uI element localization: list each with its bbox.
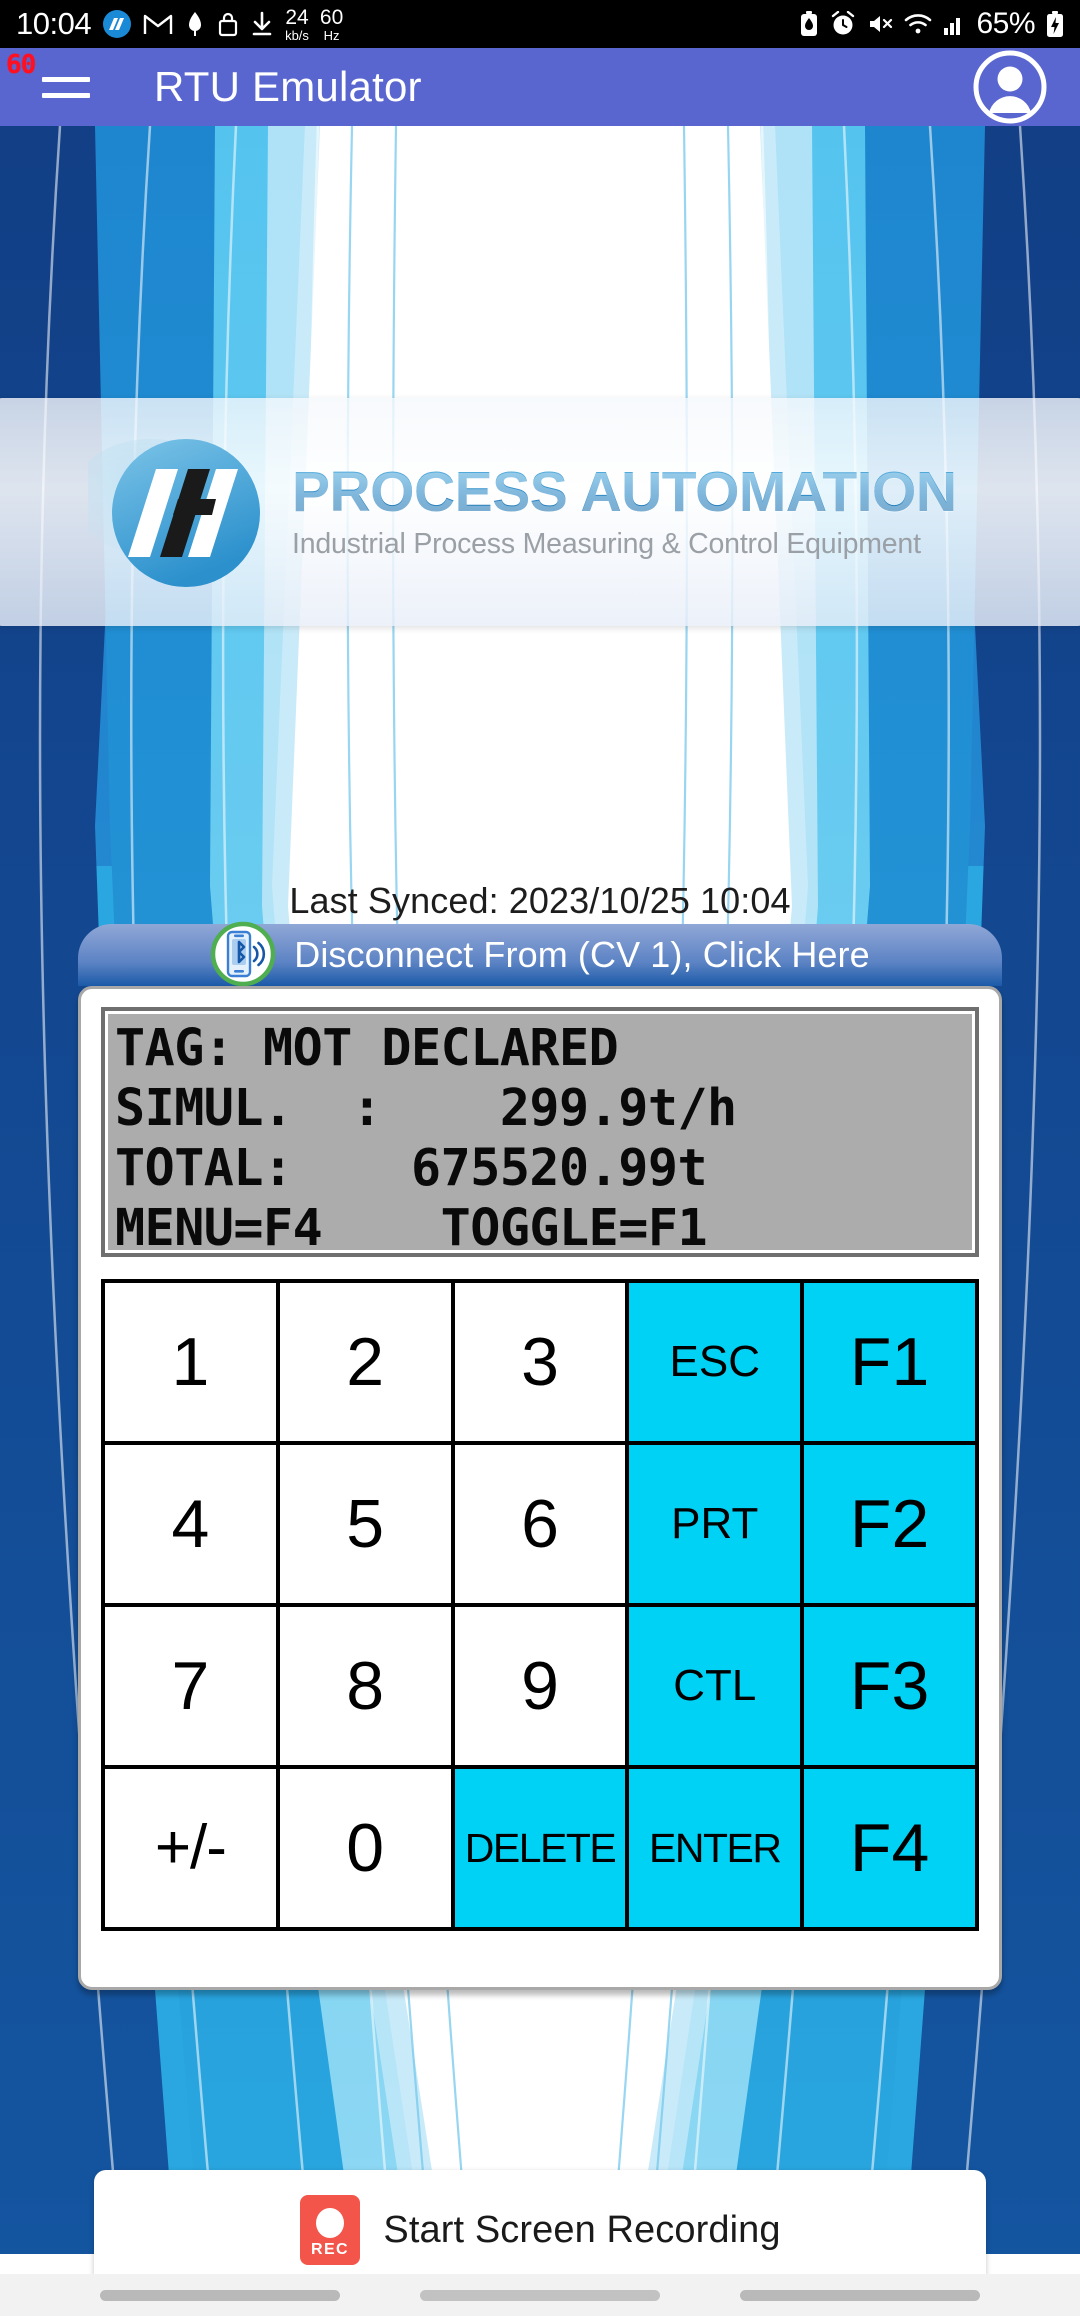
keypad-key-2[interactable]: 2 [279,1283,451,1441]
rec-icon: REC [299,2194,361,2266]
keypad-key-f2[interactable]: F2 [804,1445,975,1603]
keypad-key-label: 4 [171,1486,210,1562]
keypad-key-label: +/- [154,1813,227,1882]
start-screen-recording-button[interactable]: REC Start Screen Recording [94,2170,986,2290]
hamburger-bar [42,92,90,98]
battery-percent-label: 65% [976,7,1035,40]
battery-saver-icon [799,10,819,38]
account-avatar-icon[interactable] [972,49,1048,125]
keypad-key-label: 6 [521,1486,559,1562]
status-bar: 10:04 24 kb/s 60 Hz 65% [0,0,1080,48]
keypad-key-label: DELETE [464,1824,617,1871]
rtu-keypad-card: TAG: MOT DECLARED SIMUL. : 299.9t/h TOTA… [78,986,1002,1990]
nav-home-handle[interactable] [420,2289,660,2301]
last-synced-label: Last Synced: 2023/10/25 10:04 [289,880,791,921]
nav-recents-handle[interactable] [100,2289,340,2301]
keypad-key-label: ENTER [649,1824,782,1871]
network-speed-indicator: 24 kb/s [285,7,309,42]
keypad-key-label: F1 [849,1324,930,1400]
company-logo-banner: PROCESS AUTOMATION Industrial Process Me… [0,398,1080,626]
download-manager-icon [184,10,206,38]
lcd-line-1: TAG: MOT DECLARED [115,1018,619,1078]
keypad-key-esc[interactable]: ESC [629,1283,801,1441]
wifi-icon [904,12,932,36]
keypad-key-label: ESC [669,1337,761,1386]
gmail-icon [143,12,173,36]
status-bar-left: 10:04 24 kb/s 60 Hz [16,6,343,42]
hamburger-icon[interactable] [42,76,96,98]
keypad-key-6[interactable]: 6 [454,1445,626,1603]
lcd-line-2: SIMUL. : 299.9t/h [115,1078,737,1138]
keypad-key-label: 9 [521,1648,559,1724]
status-bar-right: 65% [799,7,1064,41]
alarm-icon [830,11,856,37]
keypad-key-1[interactable]: 1 [105,1283,276,1441]
keypad-key-label: F3 [849,1648,930,1724]
disconnect-button-content: Disconnect From (CV 1), Click Here [210,921,870,987]
logo-text-block: PROCESS AUTOMATION Industrial Process Me… [292,459,957,561]
bluetooth-phone-icon [210,921,276,987]
keypad-grid: 1 2 3 ESC F1 4 5 6 PRT F2 7 8 9 CTL F3 +/- 0 DELETE ENTER F… [101,1279,979,1931]
mute-icon [867,11,893,37]
app-bar: 60 RTU Emulator [0,48,1080,126]
keypad-key-[interactable]: +/- [105,1769,276,1927]
pa-logo-icon [72,417,278,607]
lcd-line-3: TOTAL: 675520.99t [115,1138,708,1198]
status-clock: 10:04 [16,6,92,41]
keypad-key-label: 7 [171,1648,210,1724]
lcd-line-4: MENU=F4 TOGGLE=F1 [115,1198,708,1257]
nav-back-handle[interactable] [740,2289,980,2301]
disconnect-button-label: Disconnect From (CV 1), Click Here [294,934,870,975]
logo-subtitle: Industrial Process Measuring & Control E… [292,527,921,560]
start-screen-recording-label: Start Screen Recording [383,2208,781,2251]
pa-app-icon [102,9,132,39]
keypad-key-prt[interactable]: PRT [629,1445,801,1603]
page-title: RTU Emulator [154,63,422,110]
keypad-key-delete[interactable]: DELETE [454,1769,626,1927]
app-screen: 10:04 24 kb/s 60 Hz 65% 60 RTU Emulator … [0,0,1080,2316]
keypad-key-label: F2 [849,1486,930,1562]
network-speed-unit: kb/s [285,27,309,43]
keypad-key-label: CTL [673,1661,757,1710]
keypad-key-f3[interactable]: F3 [804,1607,975,1765]
hamburger-bar [42,76,90,82]
signal-icon [943,12,965,36]
fps-badge: 60 [6,50,36,80]
system-navigation-bar [0,2274,1080,2316]
keypad-key-label: F4 [849,1810,930,1886]
refresh-rate-indicator: 60 Hz [320,7,343,42]
keypad-key-8[interactable]: 8 [279,1607,451,1765]
keypad-key-label: 5 [346,1486,385,1562]
keypad-key-enter[interactable]: ENTER [629,1769,801,1927]
network-speed-value: 24 [285,5,309,29]
keypad-key-ctl[interactable]: CTL [629,1607,801,1765]
keypad-key-label: 3 [521,1324,559,1400]
keypad-key-label: 2 [346,1324,385,1400]
keypad-key-9[interactable]: 9 [454,1607,626,1765]
keypad-key-3[interactable]: 3 [454,1283,626,1441]
logo-title: PROCESS AUTOMATION [292,459,957,524]
keypad-key-f1[interactable]: F1 [804,1283,975,1441]
keypad-key-label: PRT [671,1499,759,1548]
keypad-key-7[interactable]: 7 [105,1607,276,1765]
refresh-rate-unit: Hz [323,27,340,43]
keypad-key-5[interactable]: 5 [279,1445,451,1603]
lock-icon [217,10,239,38]
refresh-rate-value: 60 [319,5,344,29]
keypad-key-label: 0 [346,1810,385,1886]
keypad-key-f4[interactable]: F4 [804,1769,975,1927]
battery-charging-icon [1046,10,1064,38]
disconnect-button[interactable]: Disconnect From (CV 1), Click Here [78,921,1002,987]
download-arrow-icon [250,10,274,38]
keypad-key-label: 1 [171,1324,210,1400]
keypad-key-label: 8 [346,1648,385,1724]
svg-text:REC: REC [311,2241,349,2258]
keypad-key-4[interactable]: 4 [105,1445,276,1603]
lcd-display: TAG: MOT DECLARED SIMUL. : 299.9t/h TOTA… [101,1007,979,1257]
keypad-key-0[interactable]: 0 [279,1769,451,1927]
